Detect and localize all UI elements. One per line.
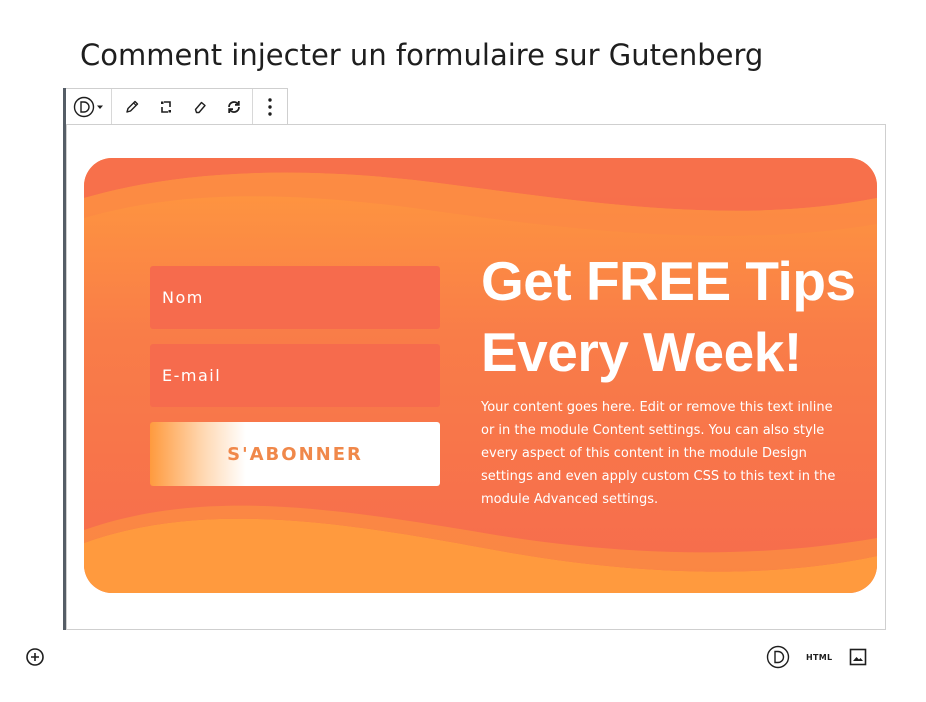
- post-title[interactable]: Comment injecter un formulaire sur Guten…: [80, 38, 763, 72]
- headline-line-1: Get FREE Tips: [481, 250, 856, 312]
- more-options[interactable]: [253, 89, 287, 124]
- divi-switcher-button[interactable]: [73, 96, 104, 118]
- image-icon: [850, 648, 867, 666]
- block-switcher[interactable]: [66, 89, 112, 124]
- subscribe-button[interactable]: S'ABONNER: [150, 422, 440, 486]
- html-icon: HTML: [806, 652, 833, 662]
- optin-headline: Get FREE Tips Every Week!: [481, 246, 861, 388]
- divi-logo-icon: [766, 645, 790, 669]
- block-toolbar: [66, 88, 288, 125]
- name-input[interactable]: Nom: [150, 266, 440, 329]
- insert-image-button[interactable]: [848, 645, 868, 669]
- add-block-button[interactable]: [25, 647, 45, 667]
- block-preview-frame: Nom E-mail S'ABONNER Get FREE Tips Every…: [66, 124, 886, 630]
- divi-logo-icon: [74, 96, 95, 117]
- email-optin-module[interactable]: Nom E-mail S'ABONNER Get FREE Tips Every…: [84, 158, 877, 593]
- pencil-icon: [126, 100, 138, 113]
- headline-line-2: Every Week!: [481, 321, 802, 383]
- insert-html-button[interactable]: HTML: [806, 645, 832, 669]
- eraser-icon: [194, 101, 206, 113]
- caret-down-icon: [97, 105, 104, 109]
- divi-block[interactable]: Nom E-mail S'ABONNER Get FREE Tips Every…: [63, 88, 886, 630]
- edit-button[interactable]: [120, 95, 144, 119]
- optin-description: Your content goes here. Edit or remove t…: [481, 400, 836, 507]
- block-actions: [112, 89, 253, 124]
- transform-button[interactable]: [154, 95, 178, 119]
- insert-divi-button[interactable]: [766, 645, 790, 669]
- add-block-icon: [26, 648, 44, 666]
- inserter-shortcuts: HTML: [766, 645, 868, 669]
- refresh-icon: [227, 100, 240, 113]
- more-options-icon: [268, 97, 272, 116]
- transform-icon: [160, 100, 171, 113]
- email-input[interactable]: E-mail: [150, 344, 440, 407]
- clear-button[interactable]: [188, 95, 212, 119]
- refresh-button[interactable]: [222, 95, 246, 119]
